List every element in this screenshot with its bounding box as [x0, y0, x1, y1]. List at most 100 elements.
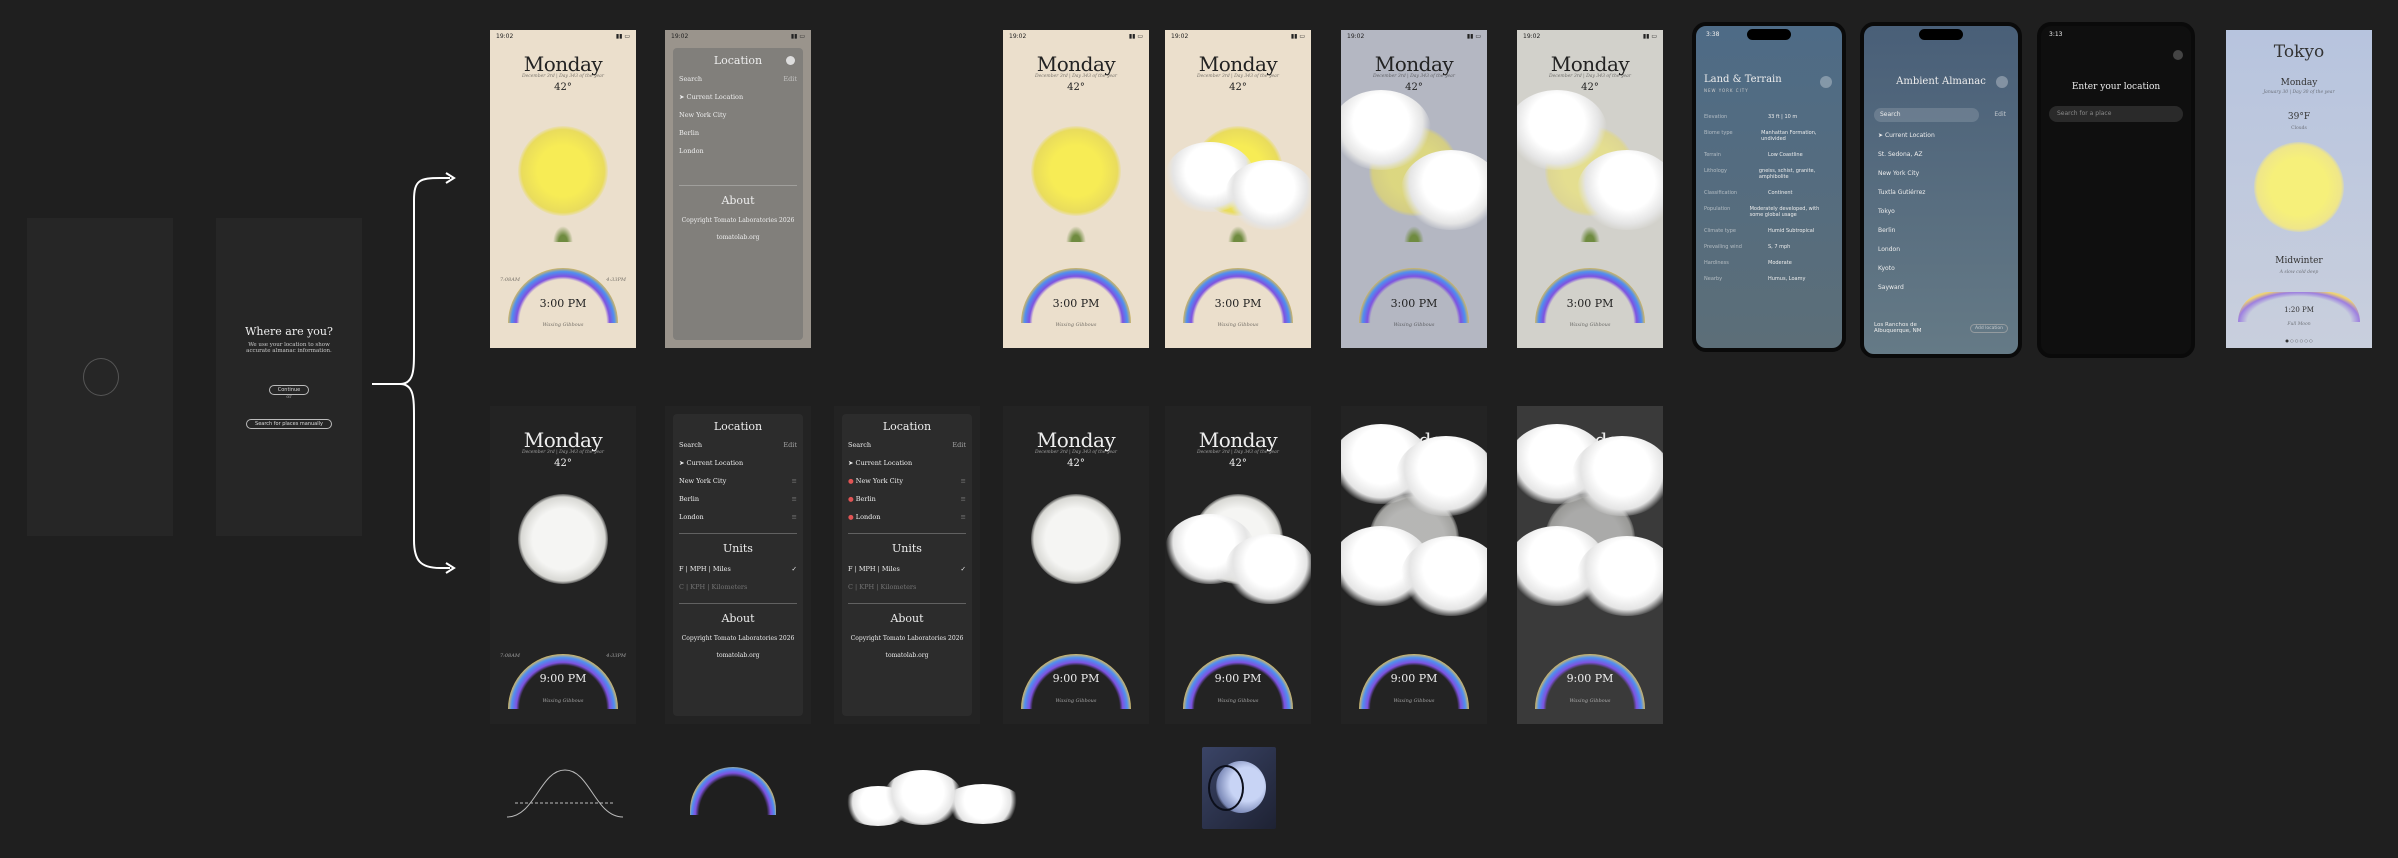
- land-title: Land & Terrain: [1704, 74, 1782, 85]
- status-time: 19:02: [1347, 33, 1365, 40]
- tokyo-conditions: Clouds: [2291, 126, 2307, 131]
- location-menu-panel: Location Search Edit ➤ Current Location ●…: [842, 414, 972, 716]
- page-dots[interactable]: ● ○ ○ ○ ○ ○: [2226, 338, 2372, 343]
- time-readout: 9:00 PM: [1214, 672, 1262, 685]
- place-search-input[interactable]: Search for a place: [2049, 106, 2183, 122]
- night-menu-screen: Location Search Edit ➤ Current Location N…: [665, 406, 811, 724]
- date-line: December 3rd | Day 343 of the year: [1196, 74, 1280, 79]
- website-link[interactable]: tomatolab.org: [848, 652, 966, 659]
- menu-search[interactable]: Search: [679, 441, 702, 449]
- status-time: 3:38: [1706, 31, 1720, 38]
- units-title: Units: [848, 533, 966, 555]
- edit-button[interactable]: Edit: [1994, 111, 2006, 118]
- date-line: December 3rd | Day 343 of the year: [1034, 74, 1118, 79]
- menu-item[interactable]: ➤ Current Location: [848, 459, 966, 467]
- moon-graphic: [518, 494, 608, 584]
- tokyo-temp: 39°F: [2287, 112, 2311, 122]
- menu-item[interactable]: ➤ Current Location: [679, 93, 797, 101]
- menu-item[interactable]: Berlin ≡: [679, 495, 797, 503]
- day-title: Monday: [523, 52, 603, 76]
- delete-icon[interactable]: ●: [848, 495, 854, 503]
- check-icon: ✓: [791, 565, 797, 573]
- status-time: 3:13: [2049, 31, 2063, 38]
- copyright: Copyright Tomato Laboratories 2026: [681, 217, 795, 224]
- enter-location-phone: 3:13 Enter your location Search for a pl…: [2037, 22, 2195, 358]
- menu-item[interactable]: ● New York City ≡: [848, 477, 966, 485]
- temperature: 42°: [1067, 458, 1085, 469]
- sunset-label: 4:33PM: [606, 653, 626, 659]
- close-icon[interactable]: [786, 56, 795, 65]
- list-item[interactable]: Tuxtla Gutiérrez: [1878, 189, 1935, 196]
- temperature: 42°: [1067, 82, 1085, 93]
- unit-option-metric[interactable]: C | KPH | Kilometers: [679, 583, 797, 591]
- menu-edit[interactable]: Edit: [952, 441, 966, 449]
- list-item[interactable]: London: [1878, 246, 1935, 253]
- menu-item[interactable]: New York City: [679, 111, 797, 119]
- menu-item[interactable]: ● London ≡: [848, 513, 966, 521]
- location-menu-panel: Location Search Edit ➤ Current Location N…: [673, 48, 803, 340]
- website-link[interactable]: tomatolab.org: [679, 234, 797, 241]
- list-item[interactable]: ➤ Current Location: [1878, 132, 1935, 139]
- battery-icon: ▮▮ ▭: [615, 33, 630, 40]
- dynamic-island: [1747, 29, 1791, 40]
- moon-phase: Waxing Gibbous: [1217, 698, 1259, 704]
- cloud-graphic: [1577, 536, 1663, 616]
- search-input[interactable]: Search: [1874, 108, 1979, 122]
- copyright: Copyright Tomato Laboratories 2026: [850, 635, 964, 642]
- moon-phase: Waxing Gibbous: [1393, 698, 1435, 704]
- night-screen-moon: Monday December 3rd | Day 343 of the yea…: [490, 406, 636, 724]
- cloud-graphic: [1396, 436, 1487, 516]
- tokyo-date: January 30 | Day 30 of the year: [2263, 90, 2335, 95]
- menu-search[interactable]: Search: [679, 75, 702, 83]
- menu-item[interactable]: ➤ Current Location: [679, 459, 797, 467]
- date-line: December 3rd | Day 343 of the year: [521, 74, 605, 79]
- sun-curve-asset: [506, 769, 624, 818]
- delete-icon[interactable]: ●: [848, 477, 854, 485]
- list-item[interactable]: Tokyo: [1878, 208, 1935, 215]
- time-readout: 9:00 PM: [1566, 672, 1614, 685]
- sunset-label: 4:33PM: [606, 277, 626, 283]
- dynamic-island: [1919, 29, 1963, 40]
- cloud-asset: [843, 770, 1023, 826]
- unit-option-imperial[interactable]: F | MPH | Miles ✓: [679, 565, 797, 573]
- sun-graphic: [2254, 142, 2344, 232]
- night-screen-overcast: Monday December 3rd | Day 343 of the yea…: [1517, 406, 1663, 724]
- menu-item[interactable]: London ≡: [679, 513, 797, 521]
- list-item[interactable]: New York City: [1878, 170, 1935, 177]
- website-link[interactable]: tomatolab.org: [679, 652, 797, 659]
- menu-item[interactable]: London: [679, 147, 797, 155]
- list-item[interactable]: Kyoto: [1878, 265, 1935, 272]
- sun-arc: [1535, 268, 1645, 323]
- cloud-graphic: [1401, 150, 1487, 230]
- menu-search[interactable]: Search: [848, 441, 871, 449]
- list-item[interactable]: St. Sedona, AZ: [1878, 151, 1935, 158]
- add-icon[interactable]: [1996, 76, 2008, 88]
- unit-option-metric[interactable]: C | KPH | Kilometers: [848, 583, 966, 591]
- menu-item[interactable]: Berlin: [679, 129, 797, 137]
- date-line: December 3rd | Day 343 of the year: [1034, 450, 1118, 455]
- menu-item[interactable]: ● Berlin ≡: [848, 495, 966, 503]
- status-time: 19:02: [1171, 33, 1189, 40]
- list-item[interactable]: Berlin: [1878, 227, 1935, 234]
- time-readout: 3:00 PM: [1214, 297, 1262, 310]
- cloud-graphic: [1225, 160, 1311, 230]
- units-title: Units: [679, 533, 797, 555]
- menu-item[interactable]: New York City ≡: [679, 477, 797, 485]
- close-icon[interactable]: [1820, 76, 1832, 88]
- season-title: Midwinter: [2275, 256, 2323, 266]
- menu-edit[interactable]: Edit: [783, 441, 797, 449]
- sunrise-label: 7:08AM: [500, 277, 520, 283]
- unit-option-imperial[interactable]: F | MPH | Miles ✓: [848, 565, 966, 573]
- temperature: 42°: [1581, 82, 1599, 93]
- day-screen-clear: 19:02 ▮▮ ▭ Monday December 3rd | Day 343 …: [1003, 30, 1149, 348]
- delete-icon[interactable]: ●: [848, 513, 854, 521]
- land-subtitle: NEW YORK CITY: [1704, 88, 1749, 93]
- day-screen-few-clouds: 19:02 ▮▮ ▭ Monday December 3rd | Day 343 …: [1165, 30, 1311, 348]
- add-location-button[interactable]: Add location: [1970, 324, 2008, 333]
- menu-edit[interactable]: Edit: [783, 75, 797, 83]
- menu-title: Location: [713, 420, 763, 433]
- close-icon[interactable]: [2173, 50, 2183, 60]
- temperature: 42°: [554, 458, 572, 469]
- manual-search-button[interactable]: Search for places manually: [246, 419, 332, 429]
- list-item[interactable]: Sayward: [1878, 284, 1935, 291]
